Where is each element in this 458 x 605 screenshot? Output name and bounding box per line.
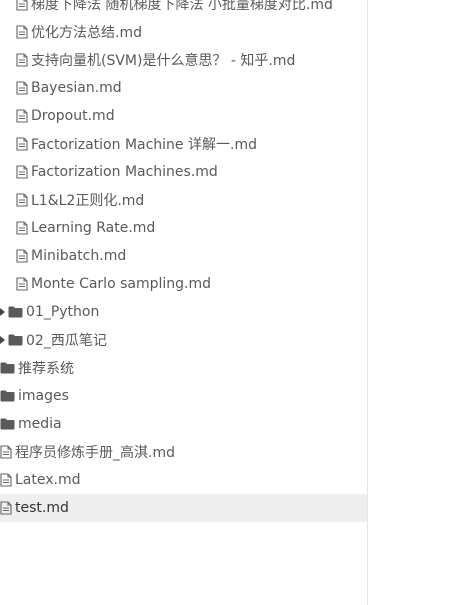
- tree-item-label: Minibatch.md: [31, 248, 127, 264]
- tree-indent: [0, 165, 31, 179]
- tree-indent: [0, 418, 18, 430]
- folder-icon: [0, 390, 15, 402]
- tree-folder[interactable]: media: [0, 410, 367, 438]
- file-document-icon: [16, 109, 28, 123]
- tree-indent: [0, 501, 15, 515]
- tree-item-label: images: [18, 388, 69, 404]
- tree-item-label: Bayesian.md: [31, 80, 122, 96]
- file-document-icon: [0, 473, 12, 487]
- tree-item-label: Learning Rate.md: [31, 220, 156, 236]
- tree-indent: [0, 53, 31, 67]
- tree-file[interactable]: L1&L2正则化.md: [0, 186, 367, 214]
- tree-indent: [0, 334, 26, 346]
- file-document-icon: [16, 25, 28, 39]
- tree-item-label: 02_西瓜笔记: [26, 333, 107, 349]
- tree-indent: [0, 25, 31, 39]
- tree-file[interactable]: Learning Rate.md: [0, 214, 367, 242]
- file-document-icon: [16, 81, 28, 95]
- tree-file[interactable]: Factorization Machines.md: [0, 158, 367, 186]
- tree-item-label: L1&L2正则化.md: [31, 193, 145, 209]
- tree-item-label: 推荐系统: [18, 361, 74, 377]
- folder-icon: [0, 362, 15, 374]
- tree-indent: [0, 221, 31, 235]
- tree-item-label: media: [18, 416, 62, 432]
- tree-file[interactable]: Dropout.md: [0, 102, 367, 130]
- tree-file[interactable]: test.md: [0, 494, 367, 522]
- file-tree-sidebar: 梯度下降法 随机梯度下降法 小批量梯度对比.md 优化方法总结.md 支持向量机(S…: [0, 0, 368, 605]
- file-document-icon: [16, 249, 28, 263]
- tree-item-label: 优化方法总结.md: [31, 25, 142, 41]
- tree-indent: [0, 193, 31, 207]
- tree-item-label: 支持向量机(SVM)是什么意思？ - 知乎.md: [31, 53, 296, 69]
- tree-item-label: Monte Carlo sampling.md: [31, 276, 211, 292]
- tree-item-label: 01_Python: [26, 304, 100, 320]
- tree-indent: [0, 81, 31, 95]
- tree-folder[interactable]: 01_Python: [0, 298, 367, 326]
- caret-right-icon[interactable]: [0, 336, 5, 344]
- tree-indent: [0, 306, 26, 318]
- tree-file[interactable]: Factorization Machine 详解一.md: [0, 130, 367, 158]
- tree-file[interactable]: 梯度下降法 随机梯度下降法 小批量梯度对比.md: [0, 0, 367, 18]
- file-document-icon: [16, 165, 28, 179]
- tree-file[interactable]: Monte Carlo sampling.md: [0, 270, 367, 298]
- tree-indent: [0, 390, 18, 402]
- tree-file[interactable]: 支持向量机(SVM)是什么意思？ - 知乎.md: [0, 46, 367, 74]
- file-document-icon: [16, 53, 28, 67]
- folder-icon: [0, 418, 15, 430]
- tree-file[interactable]: Minibatch.md: [0, 242, 367, 270]
- tree-folder[interactable]: images: [0, 382, 367, 410]
- file-document-icon: [16, 137, 28, 151]
- tree-item-label: Factorization Machines.md: [31, 164, 218, 180]
- tree-indent: [0, 277, 31, 291]
- file-document-icon: [16, 221, 28, 235]
- file-document-icon: [16, 0, 28, 11]
- caret-right-icon[interactable]: [0, 308, 5, 316]
- tree-folder[interactable]: 02_西瓜笔记: [0, 326, 367, 354]
- tree-indent: [0, 0, 31, 11]
- tree-item-label: Latex.md: [15, 472, 81, 488]
- tree-item-label: test.md: [15, 500, 69, 516]
- tree-indent: [0, 445, 15, 459]
- file-document-icon: [0, 445, 12, 459]
- editor-area[interactable]: [368, 0, 458, 605]
- tree-indent: [0, 137, 31, 151]
- tree-indent: [0, 473, 15, 487]
- tree-indent: [0, 362, 18, 374]
- tree-item-label: 梯度下降法 随机梯度下降法 小批量梯度对比.md: [31, 0, 333, 13]
- tree-indent: [0, 249, 31, 263]
- tree-item-label: Dropout.md: [31, 108, 115, 124]
- tree-item-label: Factorization Machine 详解一.md: [31, 137, 257, 153]
- file-document-icon: [16, 277, 28, 291]
- tree-indent: [0, 109, 31, 123]
- tree-file[interactable]: 程序员修炼手册_高淇.md: [0, 438, 367, 466]
- tree-file[interactable]: Latex.md: [0, 466, 367, 494]
- tree-file[interactable]: 优化方法总结.md: [0, 18, 367, 46]
- file-document-icon: [16, 193, 28, 207]
- tree-folder[interactable]: 推荐系统: [0, 354, 367, 382]
- folder-icon: [8, 334, 23, 346]
- tree-item-label: 程序员修炼手册_高淇.md: [15, 445, 175, 461]
- tree-file[interactable]: Bayesian.md: [0, 74, 367, 102]
- file-document-icon: [0, 501, 12, 515]
- folder-icon: [8, 306, 23, 318]
